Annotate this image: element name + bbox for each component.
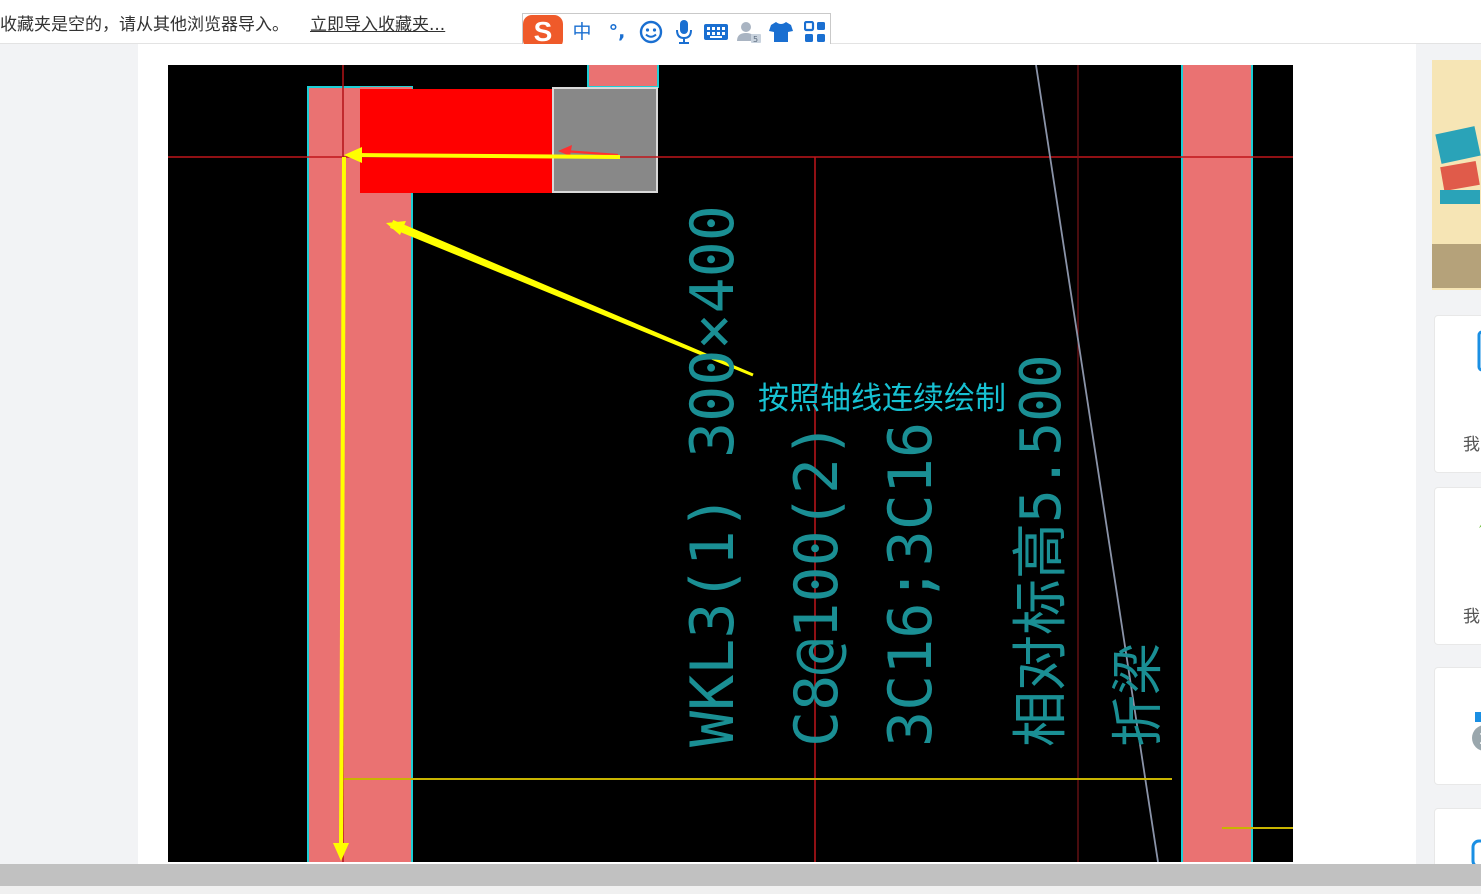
side-card-3[interactable]: 2 [1434,667,1481,785]
ad-banner-footer [1432,244,1481,288]
elevation-label: 相对标高5.500 [1009,354,1074,747]
document-icon [1477,330,1481,372]
ad-banner[interactable] [1432,60,1481,290]
beam-type-label: 折梁 [1109,642,1169,747]
svg-text:5: 5 [753,35,758,44]
selected-beam-block [360,89,553,193]
column-left [307,86,413,862]
empty-bookmarks-message: 收藏夹是空的，请从其他浏览器导入。 [0,15,289,35]
bag-icon [1471,839,1481,864]
leaf-icon [1479,524,1481,528]
side-card-2-label: 我 [1463,607,1480,627]
side-card-1-label: 我 [1463,435,1480,455]
bottom-strip [0,886,1481,894]
side-card-2[interactable]: 我 [1434,487,1481,645]
column-right [1181,65,1253,862]
rebar-label: 3C16;3C16 [876,421,946,747]
yellow-arrow-top-line [353,153,621,159]
beam-label: WKL3(1) 300×400 [678,205,748,747]
medal-icon: 2 [1472,712,1481,751]
import-bookmarks-link[interactable]: 立即导入收藏夹... [310,10,445,35]
grey-block [552,87,658,193]
stirrup-label: C8@100(2) [782,421,852,747]
right-sidebar: 我 我 2 [1418,44,1481,864]
cad-screenshot: WKL3(1) 300×400 C8@100(2) 3C16;3C16 相对标高… [168,65,1293,862]
side-card-4[interactable] [1434,808,1481,864]
annotation-text: 按照轴线连续绘制 [758,381,1006,417]
side-card-1[interactable]: 我 [1434,315,1481,473]
horizontal-scrollbar[interactable] [0,864,1481,886]
column-top [587,65,659,88]
